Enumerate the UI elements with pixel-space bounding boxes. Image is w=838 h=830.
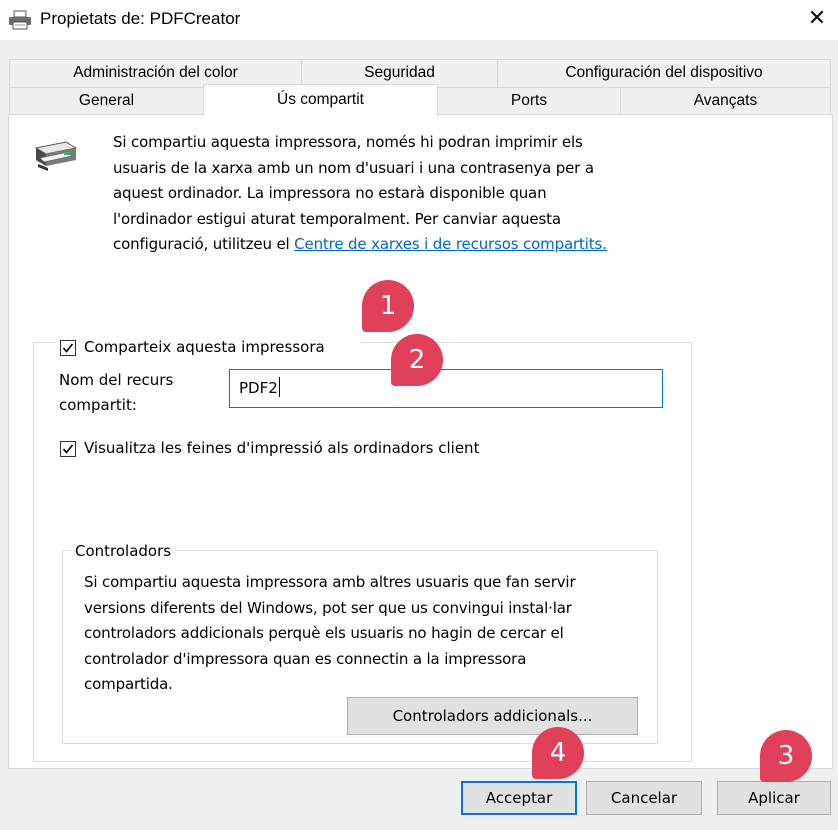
share-printer-label[interactable]: Comparteix aquesta impressora bbox=[84, 338, 328, 356]
tab-device-settings[interactable]: Configuración del dispositivo bbox=[497, 59, 831, 88]
drivers-line: compartida. bbox=[84, 675, 173, 693]
drivers-line: versions diferents del Windows, pot ser … bbox=[84, 598, 572, 617]
window-title: Propietats de: PDFCreator bbox=[40, 9, 241, 28]
network-sharing-center-link[interactable]: Centre de xarxes i de recursos compartit… bbox=[294, 235, 607, 253]
info-line: usuaris de la xarxa amb un nom d'usuari … bbox=[113, 158, 594, 177]
drivers-group-title: Controladors bbox=[71, 542, 176, 560]
tab-sharing[interactable]: Ús compartit bbox=[203, 84, 438, 116]
tab-general[interactable]: General bbox=[9, 87, 204, 115]
drivers-line: controladors addicionals perquè els usua… bbox=[84, 624, 564, 642]
tab-advanced[interactable]: Avançats bbox=[620, 87, 831, 115]
render-jobs-checkbox[interactable] bbox=[60, 441, 76, 457]
cancel-button[interactable]: Cancelar bbox=[586, 781, 702, 815]
step-badge-3: 3 bbox=[760, 730, 812, 782]
share-printer-checkbox[interactable] bbox=[60, 340, 76, 356]
tab-ports[interactable]: Ports bbox=[437, 87, 621, 115]
share-name-value: PDF2 bbox=[239, 379, 278, 397]
share-name-label-line1: Nom del recurs bbox=[59, 371, 177, 389]
checkmark-icon bbox=[62, 343, 74, 353]
info-line: configuració, utilitzeu el Centre de xar… bbox=[113, 232, 693, 258]
step-badge-4: 4 bbox=[532, 727, 584, 779]
info-line: l'ordinador estigui aturat temporalment.… bbox=[113, 209, 561, 228]
apply-button[interactable]: Aplicar bbox=[717, 781, 831, 815]
checkmark-icon bbox=[62, 444, 74, 454]
additional-drivers-button[interactable]: Controladors addicionals... bbox=[347, 697, 638, 735]
text-caret bbox=[278, 377, 280, 397]
sharing-info-text: Si compartiu aquesta impressora, només h… bbox=[113, 130, 693, 258]
shared-printer-icon bbox=[34, 141, 78, 171]
render-jobs-label[interactable]: Visualitza les feines d'impressió als or… bbox=[84, 439, 483, 457]
share-name-label-line2: compartit: bbox=[59, 396, 140, 414]
printer-icon bbox=[9, 10, 31, 30]
info-line: Si compartiu aquesta impressora, només h… bbox=[113, 133, 583, 151]
step-badge-1: 1 bbox=[362, 280, 414, 332]
ok-button[interactable]: Acceptar bbox=[461, 781, 577, 815]
close-button[interactable]: ✕ bbox=[800, 4, 834, 36]
drivers-line: controlador d'impressora quan es connect… bbox=[84, 649, 527, 668]
drivers-line: Si compartiu aquesta impressora amb altr… bbox=[84, 573, 576, 591]
step-badge-2: 2 bbox=[391, 334, 443, 386]
info-line-prefix: configuració, utilitzeu el bbox=[113, 235, 295, 253]
share-name-input[interactable]: PDF2 bbox=[229, 369, 663, 408]
info-line: aquest ordinador. La impressora no estar… bbox=[113, 184, 547, 202]
title-bar: Propietats de: PDFCreator ✕ bbox=[0, 0, 838, 40]
drivers-description: Si compartiu aquesta impressora amb altr… bbox=[84, 570, 644, 698]
